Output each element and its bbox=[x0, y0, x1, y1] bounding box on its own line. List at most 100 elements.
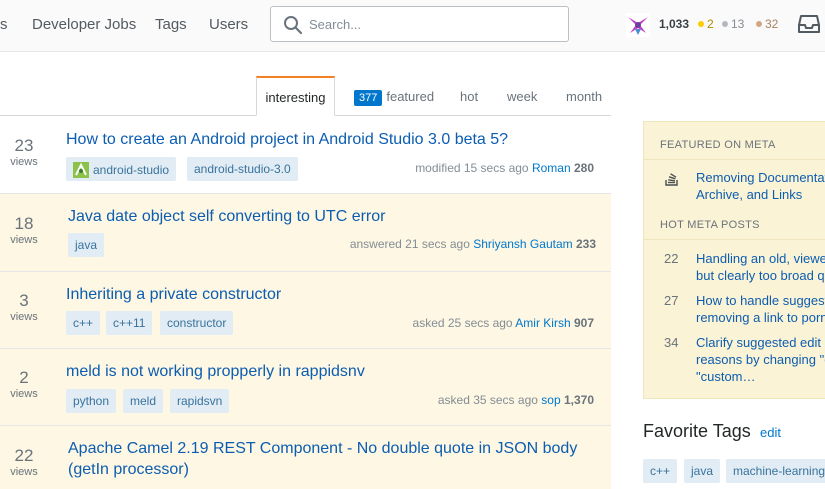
views-label: views bbox=[10, 234, 38, 246]
tag-android-studio[interactable]: android-studio bbox=[66, 157, 177, 181]
favorite-tags-heading: Favorite Tags bbox=[643, 421, 751, 441]
tab-interesting-label: interesting bbox=[265, 90, 326, 105]
question-meta: asked 25 secs ago Amir Kirsh 907 bbox=[413, 316, 594, 330]
silver-badge-icon bbox=[722, 21, 728, 27]
hot-post-line: but clearly too broad q bbox=[696, 268, 825, 283]
views-count: 2 bbox=[19, 368, 29, 387]
hot-post-line: How to handle suggest bbox=[696, 293, 825, 308]
tab-month-label: month bbox=[566, 89, 603, 104]
hot-post-score: 27 bbox=[664, 293, 679, 308]
activity-text: answered 21 secs ago bbox=[349, 237, 470, 251]
tab-week-label: week bbox=[507, 89, 538, 104]
bronze-badge-number: 32 bbox=[765, 17, 779, 31]
favorite-tags-edit-link[interactable]: edit bbox=[760, 425, 781, 440]
user-link[interactable]: Amir Kirsh bbox=[515, 316, 570, 330]
question-meta: asked 35 secs ago sop 1,370 bbox=[438, 393, 594, 407]
question-meta: modified 15 secs ago Roman 280 bbox=[415, 161, 594, 175]
tab-featured[interactable]: 377 featured bbox=[354, 76, 434, 116]
featured-on-meta-heading: FEATURED ON META bbox=[660, 139, 776, 151]
views-stat: 18 views bbox=[0, 214, 48, 246]
nav-developer-jobs-link[interactable]: Developer Jobs bbox=[32, 16, 136, 33]
featured-meta-box: FEATURED ON META Removing Documentat Arch… bbox=[643, 121, 825, 399]
user-link[interactable]: Shriyansh Gautam bbox=[473, 237, 572, 251]
tab-featured-label: featured bbox=[386, 89, 435, 104]
activity-text: modified 15 secs ago bbox=[415, 161, 529, 175]
hot-post-line: Clarify suggested edit bbox=[696, 335, 822, 350]
question-title-link[interactable]: Java date object self converting to UTC … bbox=[68, 206, 385, 227]
tag-java[interactable]: java bbox=[68, 233, 105, 257]
avatar[interactable] bbox=[626, 13, 650, 37]
question-meta: answered 21 secs ago Shriyansh Gautam 23… bbox=[350, 237, 596, 251]
tag-cpp[interactable]: c++ bbox=[66, 311, 101, 335]
user-link[interactable]: Roman bbox=[532, 161, 571, 175]
activity-text: asked 35 secs ago bbox=[437, 393, 538, 407]
question-title-line-2: (getIn processor) bbox=[68, 461, 189, 478]
hot-post-line: Handling an old, viewe bbox=[696, 251, 825, 266]
question-title-line-1: Apache Camel 2.19 REST Component - No do… bbox=[68, 440, 578, 457]
question-title-link[interactable]: meld is not working propperly in rappids… bbox=[66, 361, 365, 382]
activity-text: asked 25 secs ago bbox=[412, 316, 513, 330]
nav-questions-link[interactable]: s bbox=[0, 16, 8, 33]
hot-post-score: 34 bbox=[664, 335, 679, 350]
hot-meta-post-link[interactable]: Handling an old, viewe but clearly too br… bbox=[696, 250, 825, 284]
meta-divider bbox=[644, 239, 825, 240]
stack-overflow-icon bbox=[665, 173, 678, 186]
nav-users-link[interactable]: Users bbox=[209, 16, 248, 33]
gold-badge-icon bbox=[698, 21, 704, 27]
hot-post-line: "custom… bbox=[696, 369, 756, 384]
question-row: 3 views Inheriting a private constructor… bbox=[0, 272, 611, 349]
search-input[interactable] bbox=[309, 15, 559, 33]
featured-count-badge: 377 bbox=[354, 90, 383, 106]
hot-meta-posts-heading: HOT META POSTS bbox=[660, 219, 760, 231]
views-count: 23 bbox=[14, 136, 34, 155]
search-icon bbox=[284, 16, 303, 35]
question-title-link[interactable]: Apache Camel 2.19 REST Component - No do… bbox=[68, 438, 577, 480]
nav-tags-link[interactable]: Tags bbox=[155, 16, 187, 33]
tag-cpp11[interactable]: c++11 bbox=[106, 311, 153, 335]
gold-badge-number: 2 bbox=[707, 17, 714, 31]
hot-post-score: 22 bbox=[664, 251, 679, 266]
tab-hot[interactable]: hot bbox=[460, 76, 478, 116]
user-reputation: 233 bbox=[575, 237, 596, 251]
tab-hot-label: hot bbox=[460, 89, 479, 104]
question-row: 23 views How to create an Android projec… bbox=[0, 117, 611, 194]
favorite-tag-java[interactable]: java bbox=[684, 459, 721, 483]
tag-label: android-studio bbox=[93, 163, 170, 177]
tag-meld[interactable]: meld bbox=[123, 389, 164, 413]
tab-month[interactable]: month bbox=[566, 76, 602, 116]
views-stat: 2 views bbox=[0, 368, 48, 400]
featured-meta-line-1: Removing Documentat bbox=[696, 170, 825, 185]
question-title-link[interactable]: How to create an Android project in Andr… bbox=[66, 129, 508, 150]
tab-week[interactable]: week bbox=[507, 76, 537, 116]
silver-badge-count[interactable]: 13 bbox=[722, 17, 744, 31]
hot-meta-post-link[interactable]: Clarify suggested edit reasons by changin… bbox=[696, 334, 825, 385]
views-stat: 23 views bbox=[0, 136, 48, 168]
tag-python[interactable]: python bbox=[66, 389, 117, 413]
favorite-tag-cpp[interactable]: c++ bbox=[643, 459, 678, 483]
views-label: views bbox=[10, 466, 38, 478]
tab-interesting[interactable]: interesting bbox=[256, 76, 335, 116]
question-title-link[interactable]: Inheriting a private constructor bbox=[66, 284, 281, 305]
reputation-count[interactable]: 1,033 bbox=[659, 17, 689, 31]
views-label: views bbox=[10, 156, 38, 168]
views-stat: 22 views bbox=[0, 446, 48, 478]
views-count: 22 bbox=[14, 446, 34, 465]
tag-rapidsvn[interactable]: rapidsvn bbox=[170, 389, 230, 413]
user-reputation: 907 bbox=[573, 316, 594, 330]
bronze-badge-count[interactable]: 32 bbox=[756, 17, 778, 31]
inbox-icon[interactable] bbox=[798, 14, 820, 34]
hot-meta-post-link[interactable]: How to handle suggest removing a link to … bbox=[696, 292, 825, 326]
featured-meta-link[interactable]: Removing Documentat Archive, and Links bbox=[696, 169, 825, 203]
android-studio-icon bbox=[73, 162, 89, 178]
views-label: views bbox=[10, 311, 38, 323]
user-link[interactable]: sop bbox=[541, 393, 560, 407]
tag-constructor[interactable]: constructor bbox=[160, 311, 234, 335]
search-box[interactable] bbox=[270, 6, 569, 42]
featured-meta-line-2: Archive, and Links bbox=[696, 187, 803, 202]
favorite-tag-machine-learning[interactable]: machine-learning bbox=[726, 459, 825, 483]
user-reputation: 280 bbox=[573, 161, 594, 175]
views-count: 18 bbox=[14, 214, 34, 233]
question-row: 22 views Apache Camel 2.19 REST Componen… bbox=[0, 426, 611, 489]
tag-android-studio-3.0[interactable]: android-studio-3.0 bbox=[187, 157, 298, 181]
gold-badge-count[interactable]: 2 bbox=[698, 17, 714, 31]
